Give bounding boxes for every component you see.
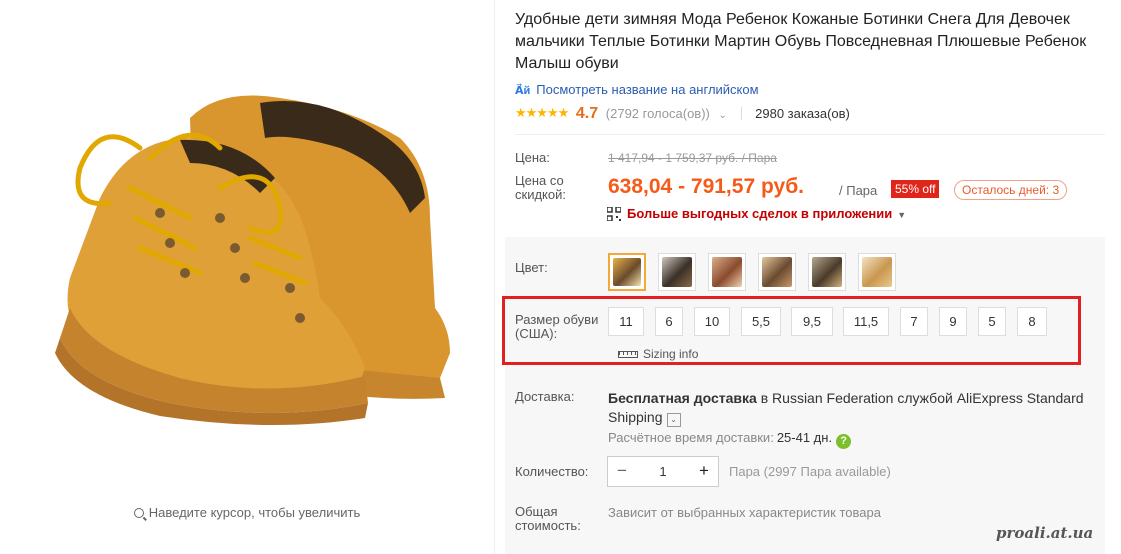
shipping-info: Бесплатная доставка в Russian Federation…	[608, 390, 1084, 427]
delivery-days: 25-41 дн.	[776, 430, 833, 445]
size-option[interactable]: 7	[900, 307, 928, 336]
ruler-icon	[618, 351, 638, 358]
size-option[interactable]: 5	[978, 307, 1006, 336]
size-option[interactable]: 6	[655, 307, 683, 336]
orders-count: 2980 заказа(ов)	[755, 106, 850, 121]
shipping-label: Доставка:	[515, 389, 575, 404]
product-image[interactable]	[20, 78, 470, 428]
rating-value: 4.7	[575, 105, 599, 122]
watermark: proali.at.ua	[996, 524, 1094, 542]
total-note: Зависит от выбранных характеристик товар…	[608, 505, 881, 520]
product-title: Удобные дети зимняя Мода Ребенок Кожаные…	[515, 11, 1087, 72]
product-gallery: Наведите курсор, чтобы увеличить	[0, 0, 494, 554]
discount-badge: 55% off	[891, 180, 940, 198]
original-price: 1 417,94 - 1 759,37 руб. / Пара	[608, 151, 777, 165]
size-option[interactable]: 5,5	[741, 307, 781, 336]
panel-divider	[494, 0, 495, 554]
app-deals-link[interactable]: Больше выгодных сделок в приложении ▼	[607, 206, 906, 221]
size-option[interactable]: 8	[1017, 307, 1047, 336]
price-label: Цена:	[515, 150, 550, 165]
color-swatch-5[interactable]	[808, 253, 846, 291]
size-option[interactable]: 11	[608, 307, 644, 336]
price-unit: / Пара	[839, 183, 878, 198]
color-swatch-1[interactable]	[608, 253, 646, 291]
votes-count[interactable]: (2792 голоса(ов))	[606, 106, 710, 121]
quantity-stepper: − 1 +	[607, 456, 719, 487]
quantity-label: Количество:	[515, 464, 589, 479]
qr-code-icon	[607, 207, 621, 221]
chevron-down-icon[interactable]: ⌄	[666, 413, 681, 427]
zoom-hint: Наведите курсор, чтобы увеличить	[0, 505, 494, 520]
magnifier-icon	[133, 508, 144, 518]
color-swatch-6[interactable]	[858, 253, 896, 291]
quantity-input[interactable]: 1	[636, 457, 690, 486]
color-swatch-2[interactable]	[658, 253, 696, 291]
quantity-increase-button[interactable]: +	[690, 457, 718, 486]
sizing-info-link[interactable]: Sizing info	[618, 347, 698, 361]
separator	[740, 107, 742, 120]
discount-price: 638,04 - 791,57 руб.	[608, 175, 804, 198]
total-label: Общая стоимость:	[515, 504, 581, 533]
rating-stars-icon: ★★★★★	[515, 105, 569, 120]
help-icon[interactable]: ?	[836, 434, 852, 449]
size-option[interactable]: 9	[939, 307, 967, 336]
delivery-eta: Расчётное время доставки: 25-41 дн.?	[608, 430, 852, 449]
discount-price-label: Цена со скидкой:	[515, 173, 566, 202]
days-left-badge: Осталось дней: 3	[954, 180, 1068, 200]
translate-icon: A⃗й	[515, 85, 531, 97]
color-label: Цвет:	[515, 260, 548, 275]
rating-row: ★★★★★ 4.7 (2792 голоса(ов)) ⌄ 2980 заказ…	[515, 105, 1105, 135]
quantity-available: Пара (2997 Пара available)	[729, 464, 891, 479]
translate-title-link[interactable]: A⃗й Посмотреть название на английском	[515, 82, 759, 97]
size-option[interactable]: 9,5	[791, 307, 833, 336]
size-option[interactable]: 11,5	[843, 307, 889, 336]
color-swatch-3[interactable]	[708, 253, 746, 291]
chevron-down-icon[interactable]: ⌄	[718, 110, 726, 121]
size-label: Размер обуви (США):	[515, 312, 599, 341]
caret-down-icon: ▼	[897, 210, 907, 220]
quantity-decrease-button[interactable]: −	[608, 457, 636, 486]
color-swatch-4[interactable]	[758, 253, 796, 291]
size-option[interactable]: 10	[694, 307, 730, 336]
